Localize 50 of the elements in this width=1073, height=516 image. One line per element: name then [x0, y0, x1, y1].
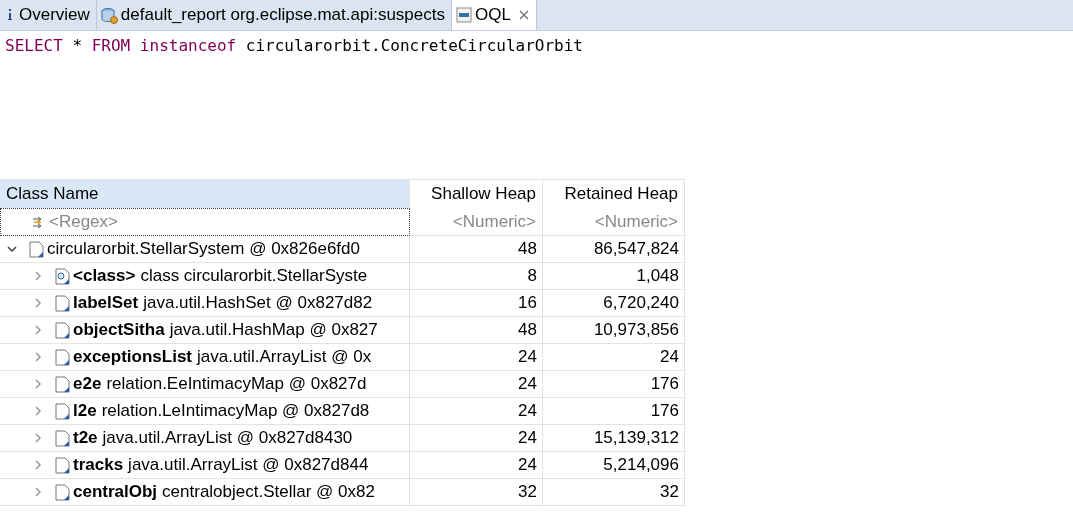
- table-cell-text: 176: [650, 373, 679, 396]
- table-cell-text: 16: [518, 292, 537, 315]
- table-cell-text: 32: [518, 481, 537, 504]
- close-icon[interactable]: [517, 9, 530, 21]
- object-file-icon: [55, 456, 71, 474]
- table-cell-text: 5,214,096: [603, 454, 679, 477]
- table-cell-text: 24: [518, 454, 537, 477]
- object-file-icon: [55, 402, 71, 420]
- table-cell-text: 176: [650, 400, 679, 423]
- table-cell-text: 48: [518, 238, 537, 261]
- table-cell-text: 86,547,824: [593, 238, 679, 261]
- object-file-icon: [55, 321, 71, 339]
- table-cell[interactable]: e2e relation.EeIntimacyMap @ 0x827d: [73, 371, 367, 397]
- table-cell[interactable]: <class> class circularorbit.StellarSyste: [73, 263, 368, 289]
- table-cell-text: 24: [660, 346, 679, 369]
- table-cell[interactable]: tracks java.util.ArrayList @ 0x827d844: [73, 452, 369, 478]
- column-header[interactable]: Class Name: [0, 179, 410, 208]
- object-file-icon: [55, 348, 71, 366]
- object-file-icon: [55, 429, 71, 447]
- table-cell[interactable]: l2e relation.LeIntimacyMap @ 0x827d8: [73, 398, 370, 424]
- table-cell-text: 15,139,312: [593, 427, 679, 450]
- query-editor[interactable]: SELECT * FROM instanceof circularorbit.ConcreteCircularOrbit: [0, 31, 1073, 179]
- class-file-icon: [55, 267, 71, 285]
- tab[interactable]: OQL: [452, 0, 537, 30]
- column-header[interactable]: Shallow Heap: [410, 179, 543, 208]
- table-cell-text: 24: [518, 346, 537, 369]
- query-icon: [456, 7, 472, 23]
- object-file-icon: [29, 240, 45, 258]
- filter-field[interactable]: <Numeric>: [594, 208, 678, 235]
- table-cell-text: 32: [660, 481, 679, 504]
- database-gear-icon: [100, 6, 118, 24]
- column-header[interactable]: Retained Heap: [543, 179, 685, 208]
- table-cell[interactable]: centralObj centralobject.Stellar @ 0x82: [73, 479, 375, 505]
- object-file-icon: [55, 483, 71, 501]
- filter-field[interactable]: <Numeric>: [452, 208, 536, 235]
- table-cell-text: 24: [518, 427, 537, 450]
- table-cell[interactable]: exceptionsList java.util.ArrayList @ 0x: [73, 344, 372, 370]
- table-cell-text: 1,048: [636, 265, 679, 288]
- table-cell-text: 48: [518, 319, 537, 342]
- object-file-icon: [55, 294, 71, 312]
- table-cell-text: 24: [518, 373, 537, 396]
- table-cell-text: 10,973,856: [593, 319, 679, 342]
- table-cell-text: 6,720,240: [603, 292, 679, 315]
- table-cell-text: 24: [518, 400, 537, 423]
- table-cell-text: 8: [527, 265, 537, 288]
- table-cell[interactable]: t2e java.util.ArrayList @ 0x827d8430: [73, 425, 353, 451]
- table-cell[interactable]: objectSitha java.util.HashMap @ 0x827: [73, 317, 378, 343]
- object-file-icon: [55, 375, 71, 393]
- table-cell[interactable]: labelSet java.util.HashSet @ 0x827d82: [73, 290, 373, 316]
- table-cell[interactable]: circularorbit.StellarSystem @ 0x826e6fd0: [47, 236, 360, 262]
